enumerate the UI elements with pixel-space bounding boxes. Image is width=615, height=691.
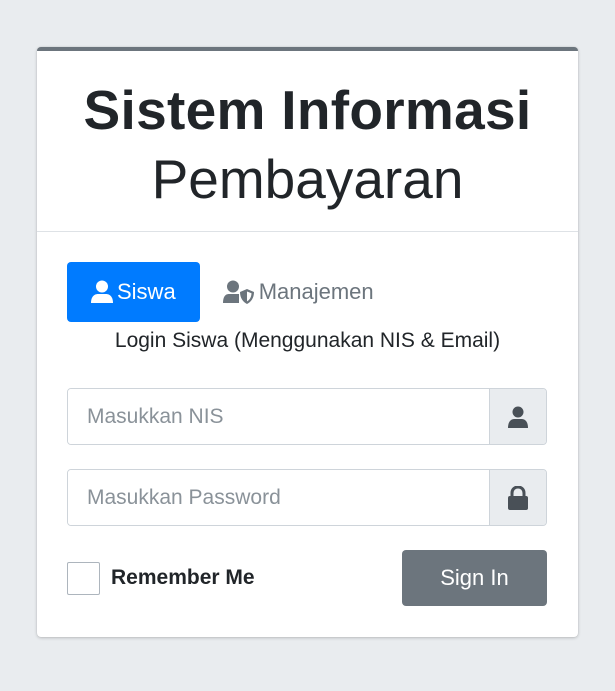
- password-input-group: [67, 469, 547, 526]
- tab-manajemen-label: Manajemen: [258, 279, 374, 304]
- form-footer: Remember Me Sign In: [67, 550, 547, 606]
- tab-siswa-label: Siswa: [117, 279, 176, 304]
- remember-me[interactable]: Remember Me: [67, 561, 255, 595]
- user-icon: [91, 280, 113, 303]
- nis-addon: [489, 389, 546, 444]
- tab-manajemen[interactable]: Manajemen: [208, 262, 398, 322]
- card-header: Sistem Informasi Pembayaran: [37, 51, 578, 232]
- password-addon: [489, 470, 546, 525]
- tab-siswa[interactable]: Siswa: [67, 262, 200, 322]
- sign-in-button[interactable]: Sign In: [402, 550, 547, 606]
- login-subtitle: Login Siswa (Menggunakan NIS & Email): [114, 329, 501, 352]
- remember-label: Remember Me: [111, 566, 255, 589]
- app-subtitle: Pembayaran: [151, 148, 464, 210]
- nis-input-group: [67, 388, 547, 445]
- login-tabs: Siswa Manajemen: [67, 262, 548, 322]
- nis-input[interactable]: [68, 389, 489, 444]
- app-title: Sistem Informasi: [83, 79, 532, 141]
- remember-checkbox[interactable]: [67, 561, 100, 595]
- user-icon: [508, 406, 528, 428]
- password-input[interactable]: [68, 470, 489, 525]
- lock-icon: [508, 485, 528, 510]
- login-card: Sistem Informasi Pembayaran Siswa Manaje…: [37, 47, 578, 637]
- user-shield-icon: [222, 280, 254, 304]
- card-body: Siswa Manajemen Login Siswa (Menggunakan…: [37, 232, 578, 636]
